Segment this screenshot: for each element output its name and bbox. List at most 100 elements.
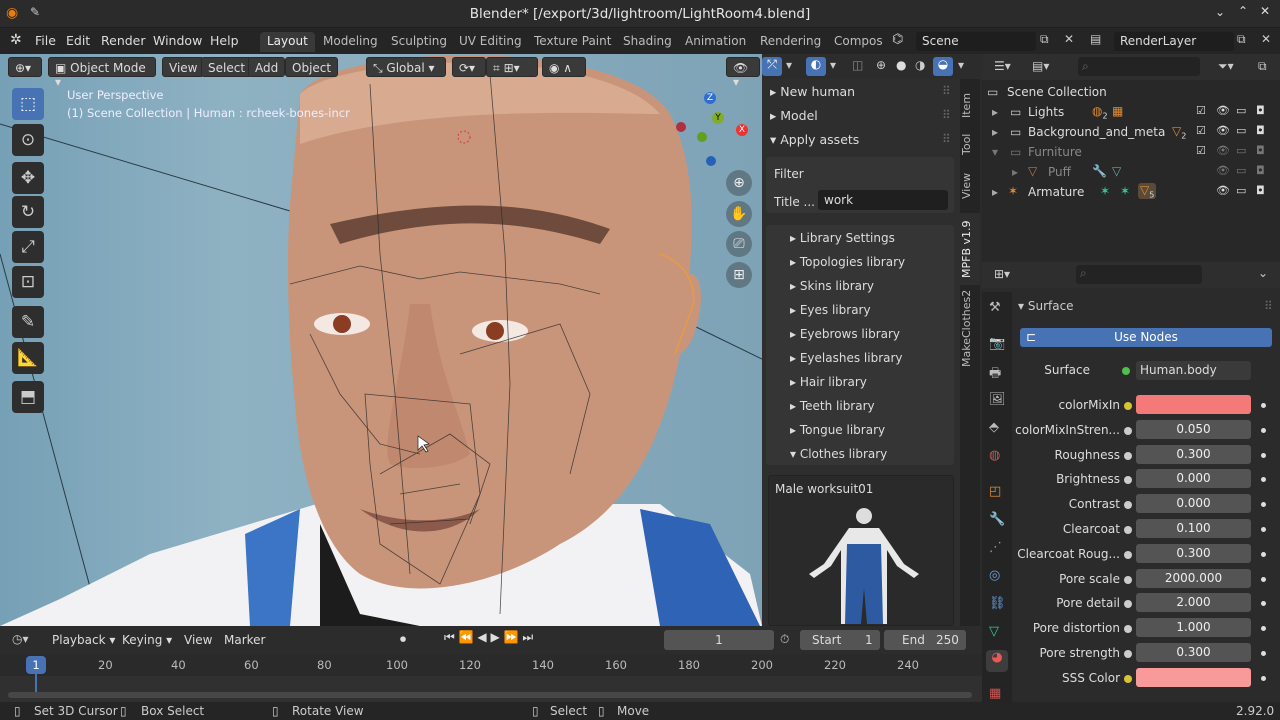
jump-start-icon[interactable]: ⏮ xyxy=(444,630,455,644)
keyframe-icon[interactable] xyxy=(1261,675,1266,681)
eyebrows-library[interactable]: ▸ Eyebrows library xyxy=(790,327,900,341)
drag-handle-icon[interactable]: ⠿ xyxy=(942,84,951,98)
keyframe-icon[interactable] xyxy=(1261,551,1266,557)
chevron-down-icon[interactable]: ▾ xyxy=(786,58,792,72)
next-key-icon[interactable]: ⏩ xyxy=(504,630,519,644)
zoom-view-button[interactable]: ⊕ xyxy=(726,170,752,196)
property-value-field[interactable]: 2.000 xyxy=(1136,593,1251,613)
chevron-down-icon[interactable]: ▾ xyxy=(830,58,836,72)
eye-icon[interactable]: 👁 xyxy=(1216,104,1230,117)
timeline-scrollbar[interactable] xyxy=(8,692,972,698)
monitor-icon[interactable]: ▭ xyxy=(1236,124,1246,137)
eyelashes-library[interactable]: ▸ Eyelashes library xyxy=(790,351,903,365)
xray-toggle-icon[interactable]: ◫ xyxy=(852,58,863,72)
keyframe-icon[interactable] xyxy=(1261,502,1266,508)
properties-search-input[interactable] xyxy=(1076,265,1202,284)
data-icon[interactable]: ▽ xyxy=(989,624,999,639)
outliner-editor-icon[interactable]: ☰▾ xyxy=(994,59,1011,73)
tab-layout[interactable]: Layout xyxy=(260,32,315,52)
drag-handle-icon[interactable]: ⠿ xyxy=(1264,299,1273,313)
mode-dropdown[interactable]: ▣ Object Mode ▾ xyxy=(48,57,156,89)
tab-sculpting[interactable]: Sculpting xyxy=(384,32,454,52)
hair-library[interactable]: ▸ Hair library xyxy=(790,375,867,389)
tab-tool[interactable]: Tool xyxy=(960,129,980,159)
menu-file[interactable]: File xyxy=(35,33,56,48)
expand-icon[interactable]: ▸ xyxy=(992,125,998,139)
play-icon[interactable]: ▶ xyxy=(490,630,499,644)
section-model[interactable]: ▸ Model xyxy=(770,108,818,123)
proportional-edit-toggle[interactable]: ◉ ∧ xyxy=(542,57,586,77)
new-collection-icon[interactable]: ⧉ xyxy=(1258,59,1267,74)
use-nodes-button[interactable]: ⊏ Use Nodes xyxy=(1020,328,1272,347)
texture-icon[interactable]: ▦ xyxy=(989,686,1001,701)
tongue-library[interactable]: ▸ Tongue library xyxy=(790,423,885,437)
keyframe-icon[interactable] xyxy=(1261,601,1266,607)
select-box-tool[interactable]: ⬚ xyxy=(12,88,44,120)
property-value-field[interactable]: 0.000 xyxy=(1136,494,1251,514)
output-icon[interactable]: 🖶 xyxy=(989,364,1001,386)
gizmo-neg-x[interactable] xyxy=(676,122,686,132)
clothes-library[interactable]: ▾ Clothes library xyxy=(790,447,887,461)
drag-handle-icon[interactable]: ⠿ xyxy=(942,108,951,122)
keyframe-icon[interactable] xyxy=(1261,651,1266,656)
material-icon[interactable]: ◕ xyxy=(986,650,1008,672)
object-menu[interactable]: Object xyxy=(285,57,339,77)
tab-modeling[interactable]: Modeling xyxy=(316,32,385,52)
keyframe-icon[interactable] xyxy=(1261,477,1266,483)
transform-tool[interactable]: ⊡ xyxy=(12,266,44,298)
chevron-down-icon[interactable]: ▾ xyxy=(958,58,964,72)
surface-panel-header[interactable]: ▾ Surface xyxy=(1018,299,1074,313)
view-layer-icon[interactable]: 🖼 xyxy=(989,392,1006,407)
scene-icon[interactable]: ⬘ xyxy=(989,420,999,435)
gizmo-neg-y[interactable] xyxy=(697,132,707,142)
pan-view-button[interactable]: ✋ xyxy=(726,201,752,227)
display-mode-icon[interactable]: ▤▾ xyxy=(1032,59,1049,73)
view-menu[interactable]: View xyxy=(184,633,212,647)
new-layer-icon[interactable]: ⧉ xyxy=(1237,32,1246,47)
tab-uv-editing[interactable]: UV Editing xyxy=(452,32,529,52)
expand-icon[interactable]: ▾ xyxy=(992,145,998,159)
gizmo-toggle-icon[interactable]: ⤱ xyxy=(762,57,782,76)
ortho-toggle-button[interactable]: ⊞ xyxy=(726,262,752,288)
tab-animation[interactable]: Animation xyxy=(678,32,753,52)
scene-selector-icon[interactable]: ⌬ xyxy=(892,32,903,47)
orientation-dropdown[interactable]: ⤡ Global ▾ xyxy=(366,57,446,77)
add-menu[interactable]: Add xyxy=(248,57,286,77)
property-value-field[interactable]: 2000.000 xyxy=(1136,568,1251,588)
properties-editor-icon[interactable]: ⊞▾ xyxy=(994,267,1010,281)
render-icon[interactable]: 📷 xyxy=(989,336,1005,351)
menu-window[interactable]: Window xyxy=(153,33,202,48)
record-icon[interactable]: ⏺ xyxy=(400,632,406,647)
move-tool[interactable]: ✥ xyxy=(12,162,44,194)
monitor-icon[interactable]: ▭ xyxy=(1236,164,1246,177)
current-frame-field[interactable]: 1 xyxy=(664,630,774,650)
render-layer-field[interactable]: RenderLayer xyxy=(1114,32,1234,51)
wireframe-shading-icon[interactable]: ⊕ xyxy=(876,58,886,72)
tool-settings-icon[interactable]: ⚒ xyxy=(989,300,1001,315)
outliner-row-scene-collection[interactable]: ▭ Scene Collection xyxy=(982,82,1280,102)
playhead[interactable]: 1 xyxy=(26,656,46,674)
rendered-shading-icon[interactable]: ◒ xyxy=(933,57,953,76)
gizmo-x-axis[interactable]: X xyxy=(736,124,748,136)
add-cube-tool[interactable]: ⬒ xyxy=(12,381,44,413)
menu-edit[interactable]: Edit xyxy=(66,33,90,48)
eyes-library[interactable]: ▸ Eyes library xyxy=(790,303,871,317)
camera-icon[interactable]: ◘ xyxy=(1256,144,1265,157)
modifier-icon[interactable]: 🔧 xyxy=(989,512,1005,527)
monitor-icon[interactable]: ▭ xyxy=(1236,184,1246,197)
filter-icon[interactable]: ⏷▾ xyxy=(1218,59,1234,74)
camera-icon[interactable]: ◘ xyxy=(1256,184,1265,197)
object-icon[interactable]: ◰ xyxy=(989,484,1001,499)
camera-icon[interactable]: ◘ xyxy=(1256,124,1265,137)
topologies-library[interactable]: ▸ Topologies library xyxy=(790,255,905,269)
start-frame-field[interactable]: Start 1 xyxy=(800,630,880,650)
navigation-gizmo[interactable]: Z Y X xyxy=(668,88,758,168)
end-frame-field[interactable]: End 250 xyxy=(884,630,966,650)
tab-compositing[interactable]: Compos xyxy=(827,32,890,52)
keying-menu[interactable]: Keying ▾ xyxy=(122,633,172,647)
new-scene-icon[interactable]: ⧉ xyxy=(1040,32,1049,47)
editor-type-button[interactable]: ⊕▾ xyxy=(8,57,42,77)
monitor-icon[interactable]: ▭ xyxy=(1236,104,1246,117)
delete-scene-icon[interactable]: ✕ xyxy=(1064,32,1074,46)
minimize-icon[interactable]: ⌄ xyxy=(1215,5,1225,19)
